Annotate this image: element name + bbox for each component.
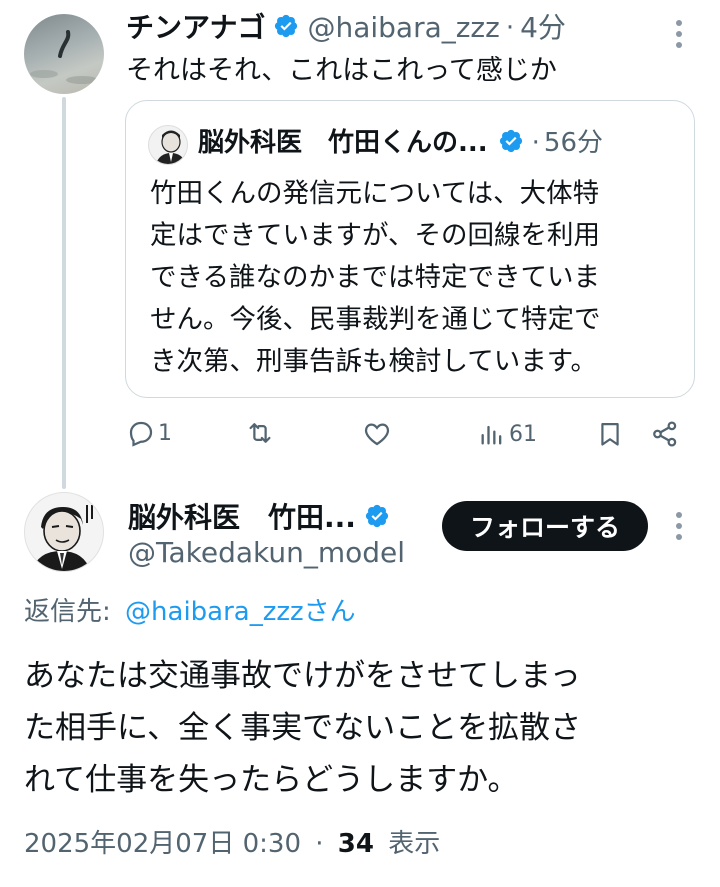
main-tweet-header: 脳外科医 竹田...: [128, 500, 390, 536]
thread-connector-line: [62, 97, 66, 489]
replying-to-label: 返信先:: [24, 597, 111, 627]
reply-icon: [129, 421, 153, 447]
main-tweet-text: あなたは交通事故でけがをさせてしまっ た相手に、全く事実でないことを拡散さ れて…: [24, 650, 581, 806]
reply-tweet-text: それはそれ、これはこれって感じか: [126, 55, 557, 86]
replying-to: 返信先: @haibara_zzzさん: [24, 594, 356, 630]
main-text-line: あなたは交通事故でけがをさせてしまっ: [24, 658, 581, 694]
quote-author-name: 脳外科医 竹田くんの...: [198, 128, 488, 158]
quote-text-line: せん。今後、民事裁判を通じて特定で: [150, 304, 601, 335]
verified-badge-icon: [498, 128, 524, 158]
avatar-chinanago[interactable]: [24, 14, 104, 94]
separator-dot: ·: [315, 829, 324, 859]
author-handle[interactable]: @Takedakun_model: [128, 535, 405, 571]
bookmark-icon: [601, 422, 619, 446]
retweet-icon: [249, 423, 271, 443]
reply-button[interactable]: 1: [126, 418, 172, 448]
main-text-line: れて仕事を失ったらどうしますか。: [24, 762, 519, 798]
separator-dot: ·: [505, 13, 515, 43]
manga-character-image: [31, 505, 93, 571]
quoted-tweet-card[interactable]: 脳外科医 竹田くんの... · 56分 竹田くんの発信元については、大体特 定は…: [125, 100, 695, 398]
verified-badge-icon: [273, 13, 299, 43]
view-count: 34: [337, 829, 374, 859]
follow-button[interactable]: フォローする: [442, 501, 648, 551]
main-text-line: た相手に、全く事実でないことを拡散さ: [24, 710, 582, 746]
quote-time: 56分: [543, 128, 603, 158]
avatar-takedakun[interactable]: [24, 492, 104, 572]
reply-count: 1: [158, 420, 172, 446]
share-button[interactable]: [650, 419, 680, 449]
more-icon[interactable]: [675, 512, 683, 545]
views-icon: [481, 425, 502, 445]
view-label: 表示: [388, 829, 441, 859]
like-icon: [364, 423, 390, 446]
quote-text-line: 竹田くんの発信元については、大体特: [150, 178, 600, 209]
quote-text-line: できる誰なのかまでは特定できていま: [150, 262, 600, 293]
verified-badge-icon: [364, 503, 390, 533]
quote-header: 脳外科医 竹田くんの... · 56分: [198, 125, 603, 161]
share-icon: [653, 421, 677, 447]
reply-tweet-header: チンアナゴ @haibara_zzz · 4分: [126, 10, 566, 46]
bookmark-button[interactable]: [596, 419, 624, 449]
author-handle[interactable]: @haibara_zzz: [307, 10, 499, 46]
like-button[interactable]: [362, 419, 392, 449]
views-button[interactable]: 61: [478, 419, 537, 449]
author-name[interactable]: チンアナゴ: [126, 10, 265, 46]
garden-eel-image: [30, 30, 98, 84]
author-name[interactable]: 脳外科医 竹田...: [128, 500, 356, 536]
view-count: 61: [509, 421, 537, 447]
quote-text-line: 定はできていますが、その回線を利用: [150, 220, 600, 251]
tweet-timestamp[interactable]: 2025年02月07日 0:30: [24, 829, 301, 859]
quote-author-avatar: [148, 125, 188, 165]
replying-to-handle-link[interactable]: @haibara_zzzさん: [125, 597, 356, 627]
retweet-button[interactable]: [244, 418, 276, 448]
more-icon[interactable]: [675, 20, 683, 53]
tweet-meta: 2025年02月07日 0:30 · 34 表示: [24, 826, 440, 862]
quote-text-line: き次第、刑事告訴も検討しています。: [150, 346, 598, 377]
post-time[interactable]: 4分: [520, 10, 566, 46]
separator-dot: ·: [531, 128, 540, 158]
quote-text: 竹田くんの発信元については、大体特 定はできていますが、その回線を利用 できる誰…: [150, 173, 680, 383]
